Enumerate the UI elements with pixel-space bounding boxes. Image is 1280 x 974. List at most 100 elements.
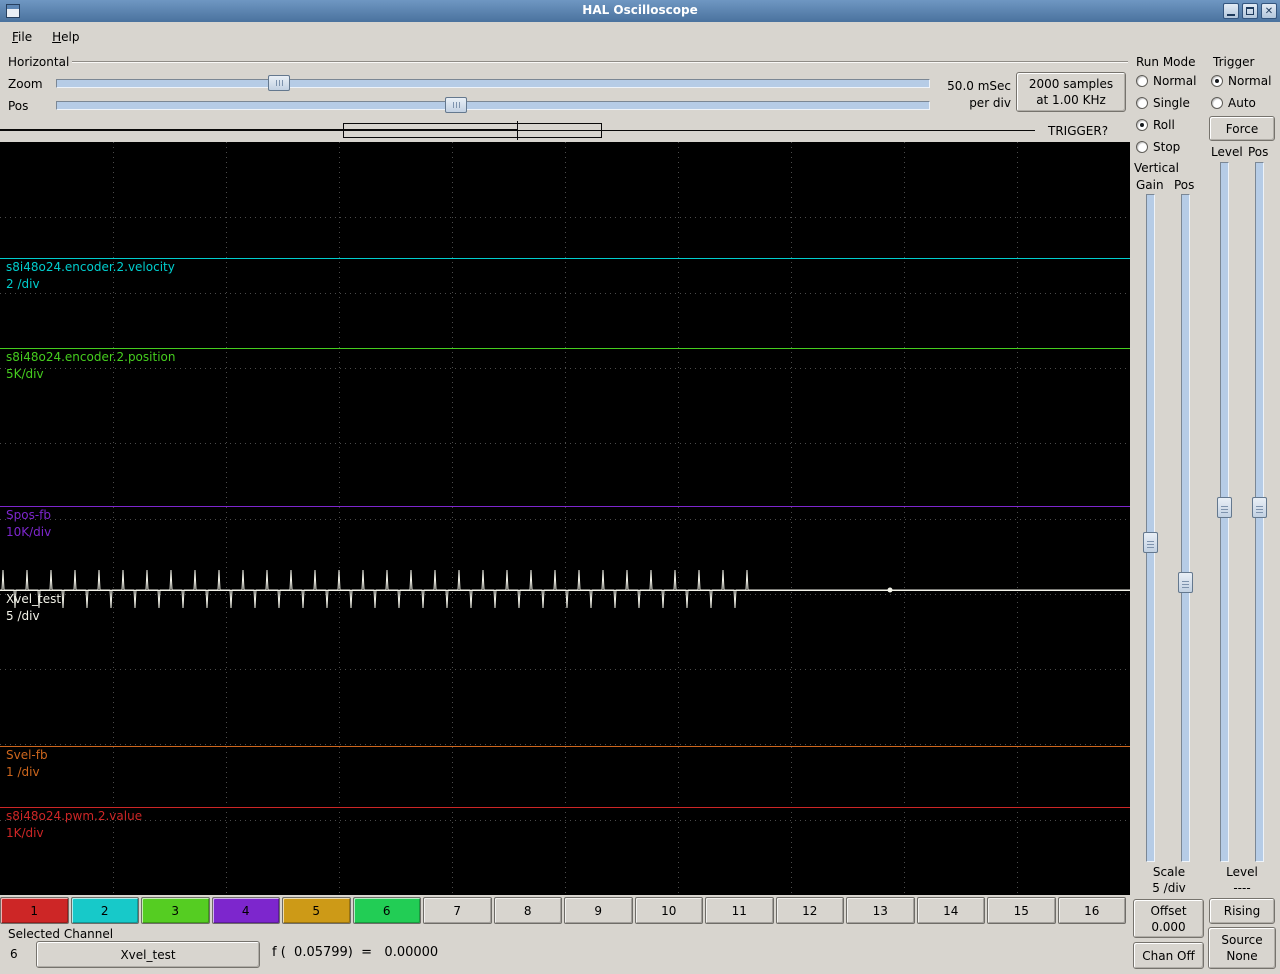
- radio-icon: [1136, 97, 1148, 109]
- svg-text:1K/div: 1K/div: [6, 826, 44, 840]
- zoom-slider-trough[interactable]: [56, 79, 930, 88]
- zoom-label: Zoom: [8, 77, 43, 91]
- channel-name-label: Xvel_test: [120, 947, 176, 962]
- trigger-mode-option-label: Auto: [1228, 96, 1256, 110]
- run-mode-stop[interactable]: Stop: [1136, 139, 1196, 155]
- channel-button-2[interactable]: 2: [70, 897, 139, 924]
- close-button[interactable]: ✕: [1261, 3, 1277, 19]
- run-mode-frame-label: Run Mode: [1134, 55, 1198, 69]
- channel-button-4[interactable]: 4: [211, 897, 280, 924]
- gain-label: Gain: [1136, 178, 1164, 192]
- trigger-level-label: Level: [1211, 145, 1243, 159]
- selected-channel-frame-label: Selected Channel: [6, 927, 116, 941]
- run-mode-options: Normal Single Roll Stop: [1136, 73, 1196, 155]
- samples-line1: 2000 samples: [1028, 77, 1114, 91]
- minimize-icon: [1227, 14, 1235, 16]
- scale-label: Scale: [1152, 865, 1186, 879]
- channel-button-5[interactable]: 5: [282, 897, 351, 924]
- channel-button-12[interactable]: 12: [775, 897, 844, 924]
- zoom-slider-handle[interactable]: [268, 75, 290, 91]
- gain-slider[interactable]: [1143, 194, 1158, 862]
- channel-button-8[interactable]: 8: [493, 897, 562, 924]
- channel-button-13[interactable]: 13: [846, 897, 915, 924]
- window-title: HAL Oscilloscope: [582, 3, 698, 17]
- offset-value: 0.000: [1151, 919, 1186, 934]
- pos-slider-handle[interactable]: [445, 97, 467, 113]
- run-mode-option-label: Normal: [1153, 74, 1197, 88]
- channel-button-14[interactable]: 14: [916, 897, 985, 924]
- record-window-box: [343, 123, 602, 138]
- rate-unit: per div: [969, 96, 1011, 110]
- svg-text:5K/div: 5K/div: [6, 367, 44, 381]
- trigger-status-label: TRIGGER?: [1048, 124, 1109, 138]
- vertical-pos-handle[interactable]: [1178, 572, 1193, 593]
- trigger-edge-label: Rising: [1223, 904, 1261, 918]
- trigger-level-slider[interactable]: [1217, 162, 1232, 862]
- gain-slider-handle[interactable]: [1143, 532, 1158, 553]
- svg-text:10K/div: 10K/div: [6, 525, 51, 539]
- svg-text:2 /div: 2 /div: [6, 277, 40, 291]
- channel-buttons: 1 2 3 4 5 6 7 8 9 10 11 12 13 14 15 16: [0, 897, 1126, 924]
- samples-button[interactable]: 2000 samples at 1.00 KHz: [1016, 72, 1126, 112]
- radio-icon: [1136, 119, 1148, 131]
- trigger-frame-label: Trigger: [1211, 55, 1257, 69]
- trigger-mode-normal[interactable]: Normal: [1211, 73, 1271, 89]
- trigger-pos-slider[interactable]: [1252, 162, 1267, 862]
- channel-button-6[interactable]: 6: [352, 897, 421, 924]
- channel-button-16[interactable]: 16: [1057, 897, 1126, 924]
- trigger-source-label: Source: [1221, 933, 1263, 947]
- force-button[interactable]: Force: [1209, 116, 1275, 141]
- svg-text:s8i48o24.encoder.2.position: s8i48o24.encoder.2.position: [6, 350, 175, 364]
- maximize-button[interactable]: [1242, 3, 1258, 19]
- force-label: Force: [1225, 121, 1259, 136]
- pos-label: Pos: [8, 99, 29, 113]
- svg-text:Svel-fb: Svel-fb: [6, 748, 48, 762]
- horizontal-frame-line: [72, 61, 1128, 63]
- menu-help[interactable]: Help: [44, 26, 89, 48]
- vertical-pos-trough[interactable]: [1181, 194, 1190, 862]
- run-mode-single[interactable]: Single: [1136, 95, 1196, 111]
- channel-button-10[interactable]: 10: [634, 897, 703, 924]
- radio-icon: [1136, 75, 1148, 87]
- channel-button-7[interactable]: 7: [423, 897, 492, 924]
- vertical-pos-slider[interactable]: [1178, 194, 1193, 862]
- minimize-button[interactable]: [1223, 3, 1239, 19]
- chan-off-button[interactable]: Chan Off: [1133, 942, 1204, 969]
- trigger-mode-option-label: Normal: [1228, 74, 1272, 88]
- pos-slider-trough[interactable]: [56, 101, 930, 110]
- run-mode-normal[interactable]: Normal: [1136, 73, 1196, 89]
- scale-value: 5 /div: [1152, 881, 1186, 895]
- menu-file[interactable]: File: [4, 26, 42, 48]
- radio-icon: [1211, 97, 1223, 109]
- channel-button-3[interactable]: 3: [141, 897, 210, 924]
- menu-bar: File Help: [0, 22, 1280, 52]
- run-mode-roll[interactable]: Roll: [1136, 117, 1196, 133]
- zoom-slider[interactable]: [56, 75, 930, 91]
- pos-slider[interactable]: [56, 97, 930, 113]
- trigger-edge-button[interactable]: Rising: [1209, 898, 1275, 924]
- run-mode-option-label: Roll: [1153, 118, 1175, 132]
- chan-off-label: Chan Off: [1142, 948, 1195, 963]
- trigger-mode-auto[interactable]: Auto: [1211, 95, 1271, 111]
- channel-button-9[interactable]: 9: [564, 897, 633, 924]
- trigger-pos-label: Pos: [1248, 145, 1269, 159]
- offset-button[interactable]: Offset 0.000: [1133, 899, 1204, 938]
- channel-value-readout: f ( 0.05799) = 0.00000: [272, 945, 439, 960]
- trigger-pos-handle[interactable]: [1252, 497, 1267, 518]
- channel-button-11[interactable]: 11: [705, 897, 774, 924]
- trigger-level-handle[interactable]: [1217, 497, 1232, 518]
- trigger-source-button[interactable]: Source None: [1208, 927, 1276, 969]
- offset-label: Offset: [1150, 903, 1187, 918]
- channel-name-button[interactable]: Xvel_test: [36, 941, 260, 968]
- channel-button-1[interactable]: 1: [0, 897, 69, 924]
- close-icon: ✕: [1264, 5, 1274, 17]
- gain-slider-trough[interactable]: [1146, 194, 1155, 862]
- svg-text:Spos-fb: Spos-fb: [6, 508, 51, 522]
- svg-text:5 /div: 5 /div: [6, 609, 40, 623]
- sample-rate-readout: 50.0 mSec per div: [925, 78, 1011, 112]
- app-window: HAL Oscilloscope ✕ File Help Horizontal …: [0, 0, 1280, 974]
- rate-value: 50.0 mSec: [947, 79, 1011, 93]
- window-controls: ✕: [1223, 3, 1277, 19]
- channel-button-15[interactable]: 15: [987, 897, 1056, 924]
- trigger-level-readout-value: ----: [1233, 881, 1251, 895]
